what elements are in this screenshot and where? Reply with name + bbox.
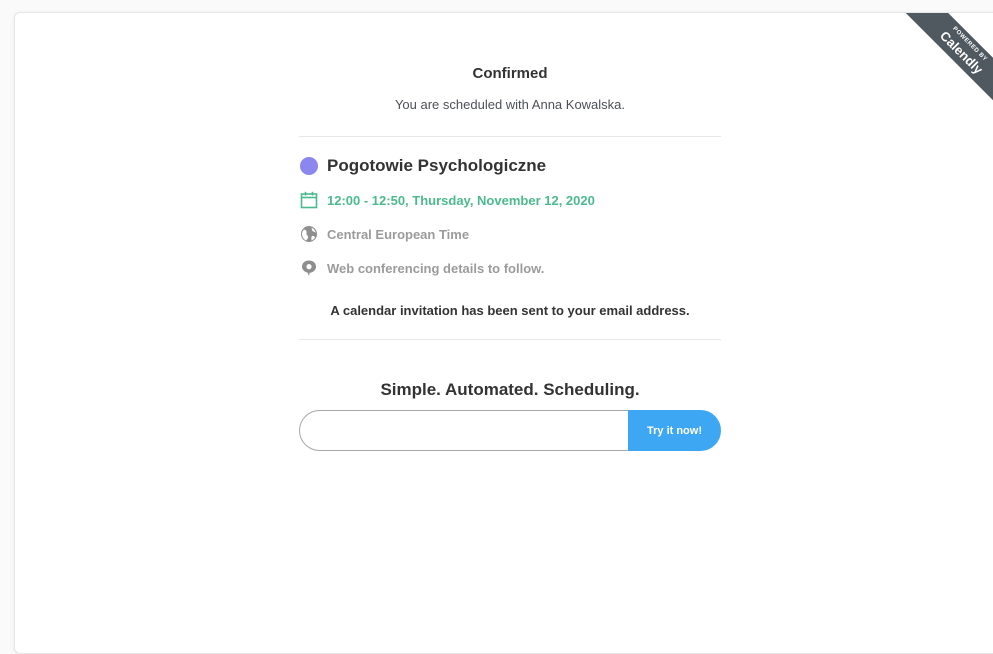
event-timezone: Central European Time: [327, 226, 470, 242]
confirmation-card: POWERED BY Calendly Confirmed You are sc…: [14, 12, 993, 654]
event-color-dot: [300, 157, 318, 175]
calendar-icon: [299, 190, 319, 210]
signup-form: Try it now!: [299, 410, 721, 451]
calendly-ribbon[interactable]: POWERED BY Calendly: [905, 13, 993, 113]
divider-top: [299, 136, 721, 137]
event-datetime: 12:00 - 12:50, Thursday, November 12, 20…: [327, 192, 595, 208]
event-color-dot-icon: [299, 156, 319, 176]
promo-tagline: Simple. Automated. Scheduling.: [380, 380, 640, 399]
scheduled-with-text: You are scheduled with Anna Kowalska.: [394, 97, 626, 112]
speech-bubble-icon: [299, 258, 319, 278]
try-it-now-button[interactable]: Try it now!: [628, 410, 721, 451]
event-name: Pogotowie Psychologiczne: [327, 156, 547, 175]
invitation-notice: A calendar invitation has been sent to y…: [330, 303, 690, 318]
event-timezone-row: Central European Time: [299, 223, 469, 245]
powered-by-ribbon[interactable]: POWERED BY Calendly: [905, 13, 993, 113]
event-datetime-row: 12:00 - 12:50, Thursday, November 12, 20…: [299, 189, 595, 211]
event-location: Web conferencing details to follow.: [327, 260, 545, 276]
globe-icon: [299, 224, 319, 244]
divider-bottom: [299, 339, 721, 340]
event-location-row: Web conferencing details to follow.: [299, 257, 544, 279]
email-input[interactable]: [299, 410, 628, 451]
page-title: Confirmed: [472, 65, 548, 82]
event-name-row: Pogotowie Psychologiczne: [299, 155, 546, 177]
